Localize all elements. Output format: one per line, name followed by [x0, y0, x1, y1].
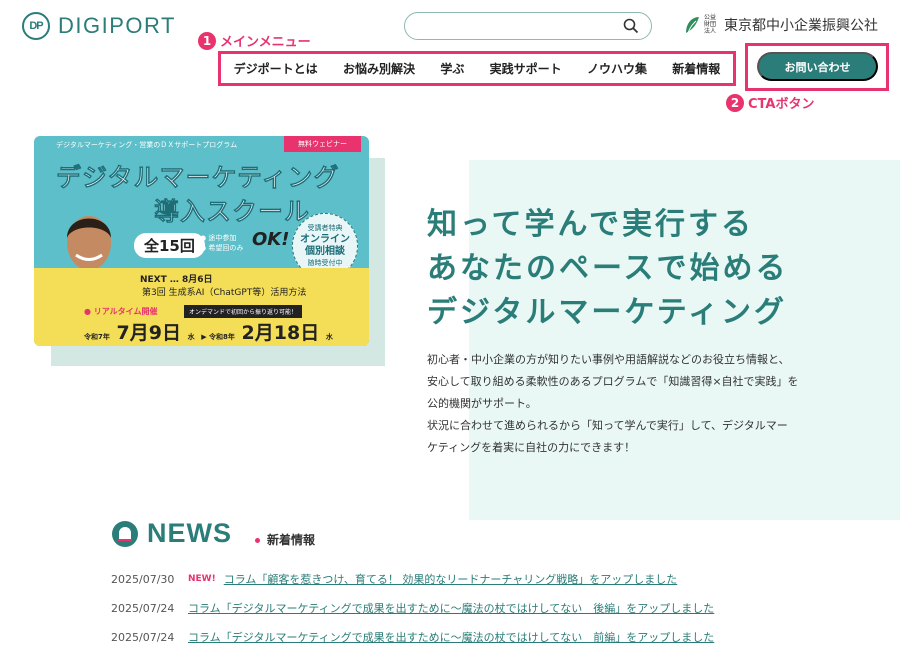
badge-main: オンライン	[300, 234, 350, 245]
banner-next-session: 第3回 生成系AI（ChatGPT等）活用方法	[142, 288, 307, 298]
banner-bullets: ● 途中参加 ● 希望回のみ	[200, 233, 243, 253]
desc-line: 初心者・中小企業の方が知りたい事例や用語解説などのお役立ち情報と、	[427, 353, 790, 366]
date-start: 7月9日	[116, 322, 181, 344]
badge-main: 個別相談	[305, 246, 345, 257]
banner-bullet: ● 途中参加	[200, 234, 237, 242]
news-title: NEWS	[147, 518, 232, 548]
date-end: 2月18日	[241, 322, 320, 344]
annotation-main-menu: 1 メインメニュー	[198, 31, 311, 50]
org-leaf-icon	[686, 16, 699, 33]
news-date: 2025/07/24	[111, 630, 175, 644]
headline-line: 知って学んで実行する	[427, 207, 754, 242]
banner-tag: 無料ウェビナー	[284, 136, 361, 152]
nav-item-learn[interactable]: 学ぶ	[440, 60, 464, 77]
news-item: 2025/07/24 コラム「デジタルマーケティングで成果を出すために〜魔法の杖…	[111, 600, 714, 616]
logo-mark-icon: DP	[22, 12, 50, 40]
desc-line: ケティングを着実に自社の力にできます！	[427, 441, 636, 454]
organization-logo[interactable]: 公益財団法人 東京都中小企業振興公社	[684, 14, 878, 35]
news-link[interactable]: コラム「デジタルマーケティングで成果を出すために〜魔法の杖ではけしてない 前編」…	[188, 629, 714, 645]
news-item: 2025/07/24 コラム「デジタルマーケティングで成果を出すために〜魔法の杖…	[111, 629, 714, 645]
news-heading: NEWS	[111, 518, 232, 549]
news-subtitle: 新着情報	[255, 531, 315, 548]
desc-line: 状況に合わせて進められるから「知って学んで実行」して、デジタルマー	[427, 419, 788, 432]
news-item: 2025/07/30 NEW! コラム「顧客を惹きつけ、育てる！ 効果的なリード…	[111, 571, 677, 587]
news-link[interactable]: コラム「顧客を惹きつけ、育てる！ 効果的なリードナーチャリング戦略」をアップしま…	[224, 571, 678, 587]
search-input[interactable]	[404, 12, 652, 40]
org-name: 東京都中小企業振興公社	[724, 17, 878, 34]
nav-item-knowhow[interactable]: ノウハウ集	[587, 60, 647, 77]
webinar-banner[interactable]: デジタルマーケティング・営業のＤＸサポートプログラム 無料ウェビナー デジタルマ…	[34, 136, 369, 346]
date-dow: 水	[187, 333, 195, 341]
news-link[interactable]: コラム「デジタルマーケティングで成果を出すために〜魔法の杖ではけしてない 後編」…	[188, 600, 714, 616]
headline-line: デジタルマーケティング	[427, 295, 787, 330]
banner-title: デジタルマーケティング	[56, 163, 340, 193]
banner-live-label: ● リアルタイム開催	[84, 307, 158, 316]
badge-top: 受講者特典	[307, 224, 343, 232]
banner-ok: OK!	[252, 229, 290, 250]
date-era: 令和7年	[84, 333, 110, 341]
date-dow: 水	[325, 333, 333, 341]
org-type-label: 公益財団法人	[704, 14, 717, 35]
news-date: 2025/07/30	[111, 572, 175, 586]
desc-line: 安心して取り組める柔軟性のあるプログラムで「知識習得×自社で実践」を	[427, 375, 799, 388]
annotation-number: 2	[726, 93, 744, 112]
date-era: 令和8年	[209, 333, 235, 341]
banner-session-count: 全15回	[134, 233, 205, 258]
desc-line: 公的機関がサポート。	[427, 397, 537, 410]
annotation-label: メインメニュー	[220, 35, 311, 50]
news-date: 2025/07/24	[111, 601, 175, 615]
new-badge: NEW!	[188, 574, 216, 584]
site-logo[interactable]: DP DIGIPORT	[22, 12, 176, 40]
banner-next: NEXT … 8月6日	[140, 275, 213, 285]
annotation-label: CTAボタン	[748, 97, 815, 112]
search-icon[interactable]	[623, 18, 639, 34]
main-menu: デジポートとは お悩み別解決 学ぶ 実践サポート ノウハウ集 新着情報	[221, 54, 733, 83]
banner-dates: 令和7年 7月9日 水 ▶ 令和8年 2月18日 水	[84, 318, 333, 345]
logo-text: DIGIPORT	[58, 13, 176, 38]
hero-headline: 知って学んで実行する あなたのペースで始める デジタルマーケティング	[427, 203, 789, 335]
nav-item-news[interactable]: 新着情報	[672, 60, 720, 77]
headline-line: あなたのペースで始める	[427, 251, 789, 286]
arrow-icon: ▶	[201, 333, 210, 341]
banner-ondemand: オンデマンドで初回から振り返り可能！	[184, 305, 303, 318]
news-bell-icon	[112, 520, 138, 547]
hero-description: 初心者・中小企業の方が知りたい事例や用語解説などのお役立ち情報と、 安心して取り…	[427, 349, 827, 459]
nav-item-solutions[interactable]: お悩み別解決	[343, 60, 415, 77]
annotation-number: 1	[198, 31, 216, 50]
nav-item-practice-support[interactable]: 実践サポート	[490, 60, 562, 77]
banner-program-name: デジタルマーケティング・営業のＤＸサポートプログラム	[56, 141, 238, 149]
annotation-cta-button: 2 CTAボタン	[726, 93, 814, 112]
banner-bullet: ● 希望回のみ	[200, 244, 244, 252]
banner-title: 導入スクール	[154, 197, 311, 227]
nav-item-about[interactable]: デジポートとは	[234, 60, 318, 77]
contact-button[interactable]: お問い合わせ	[757, 52, 878, 81]
